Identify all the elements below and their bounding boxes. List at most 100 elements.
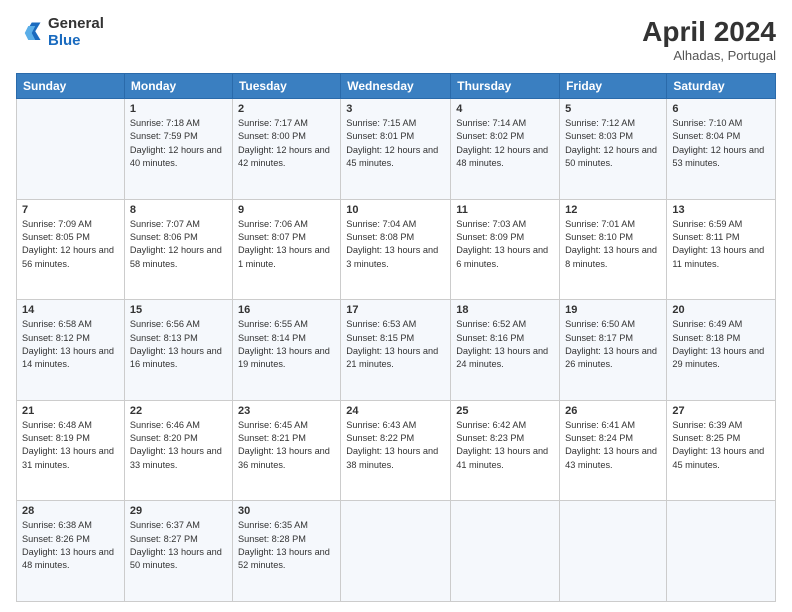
day-number: 7 [22, 204, 119, 216]
day-number: 12 [565, 204, 661, 216]
day-number: 13 [672, 204, 770, 216]
cell-5-7 [667, 501, 776, 602]
day-number: 28 [22, 505, 119, 517]
day-info: Sunrise: 6:50 AMSunset: 8:17 PMDaylight:… [565, 318, 661, 371]
col-header-thursday: Thursday [451, 74, 560, 99]
day-number: 3 [346, 103, 445, 115]
cell-4-4: 24 Sunrise: 6:43 AMSunset: 8:22 PMDayligh… [341, 400, 451, 501]
col-header-tuesday: Tuesday [232, 74, 340, 99]
day-info: Sunrise: 6:53 AMSunset: 8:15 PMDaylight:… [346, 318, 445, 371]
day-number: 10 [346, 204, 445, 216]
day-number: 16 [238, 304, 335, 316]
day-number: 24 [346, 405, 445, 417]
cell-3-2: 15 Sunrise: 6:56 AMSunset: 8:13 PMDayligh… [124, 300, 232, 401]
cell-2-4: 10 Sunrise: 7:04 AMSunset: 8:08 PMDayligh… [341, 199, 451, 300]
logo-text: General Blue [48, 16, 104, 49]
day-info: Sunrise: 6:48 AMSunset: 8:19 PMDaylight:… [22, 419, 119, 472]
day-info: Sunrise: 6:42 AMSunset: 8:23 PMDaylight:… [456, 419, 554, 472]
cell-5-3: 30Sunrise: 6:35 AMSunset: 8:28 PMDayligh… [232, 501, 340, 602]
month-title: April 2024 [642, 16, 776, 48]
day-info: Sunrise: 7:18 AMSunset: 7:59 PMDaylight:… [130, 117, 227, 170]
day-number: 4 [456, 103, 554, 115]
week-row-4: 21 Sunrise: 6:48 AMSunset: 8:19 PMDayligh… [17, 400, 776, 501]
day-number: 8 [130, 204, 227, 216]
week-row-1: 1 Sunrise: 7:18 AMSunset: 7:59 PMDaylight… [17, 99, 776, 200]
logo: General Blue [16, 16, 104, 49]
cell-3-1: 14 Sunrise: 6:58 AMSunset: 8:12 PMDayligh… [17, 300, 125, 401]
header-row: SundayMondayTuesdayWednesdayThursdayFrid… [17, 74, 776, 99]
day-number: 25 [456, 405, 554, 417]
day-number: 29 [130, 505, 227, 517]
cell-1-7: 6 Sunrise: 7:10 AMSunset: 8:04 PMDaylight… [667, 99, 776, 200]
cell-2-1: 7 Sunrise: 7:09 AMSunset: 8:05 PMDaylight… [17, 199, 125, 300]
day-number: 11 [456, 204, 554, 216]
cell-5-6 [560, 501, 667, 602]
cell-2-5: 11 Sunrise: 7:03 AMSunset: 8:09 PMDayligh… [451, 199, 560, 300]
cell-4-7: 27Sunrise: 6:39 AMSunset: 8:25 PMDayligh… [667, 400, 776, 501]
day-info: Sunrise: 6:43 AMSunset: 8:22 PMDaylight:… [346, 419, 445, 472]
day-info: Sunrise: 6:52 AMSunset: 8:16 PMDaylight:… [456, 318, 554, 371]
day-number: 6 [672, 103, 770, 115]
day-number: 30 [238, 505, 335, 517]
cell-5-1: 28Sunrise: 6:38 AMSunset: 8:26 PMDayligh… [17, 501, 125, 602]
day-info: Sunrise: 7:12 AMSunset: 8:03 PMDaylight:… [565, 117, 661, 170]
cell-1-3: 2Sunrise: 7:17 AMSunset: 8:00 PMDaylight… [232, 99, 340, 200]
col-header-monday: Monday [124, 74, 232, 99]
day-info: Sunrise: 6:37 AMSunset: 8:27 PMDaylight:… [130, 519, 227, 572]
col-header-saturday: Saturday [667, 74, 776, 99]
day-info: Sunrise: 6:45 AMSunset: 8:21 PMDaylight:… [238, 419, 335, 472]
day-info: Sunrise: 7:06 AMSunset: 8:07 PMDaylight:… [238, 218, 335, 271]
week-row-3: 14 Sunrise: 6:58 AMSunset: 8:12 PMDayligh… [17, 300, 776, 401]
calendar-table: SundayMondayTuesdayWednesdayThursdayFrid… [16, 73, 776, 602]
day-info: Sunrise: 7:07 AMSunset: 8:06 PMDaylight:… [130, 218, 227, 271]
day-number: 5 [565, 103, 661, 115]
day-info: Sunrise: 6:41 AMSunset: 8:24 PMDaylight:… [565, 419, 661, 472]
logo-icon [16, 19, 44, 47]
day-number: 9 [238, 204, 335, 216]
week-row-5: 28Sunrise: 6:38 AMSunset: 8:26 PMDayligh… [17, 501, 776, 602]
day-info: Sunrise: 6:58 AMSunset: 8:12 PMDaylight:… [22, 318, 119, 371]
logo-general-text: General [48, 16, 104, 33]
cell-2-3: 9 Sunrise: 7:06 AMSunset: 8:07 PMDaylight… [232, 199, 340, 300]
day-info: Sunrise: 7:04 AMSunset: 8:08 PMDaylight:… [346, 218, 445, 271]
day-info: Sunrise: 7:03 AMSunset: 8:09 PMDaylight:… [456, 218, 554, 271]
day-info: Sunrise: 6:56 AMSunset: 8:13 PMDaylight:… [130, 318, 227, 371]
cell-4-3: 23 Sunrise: 6:45 AMSunset: 8:21 PMDayligh… [232, 400, 340, 501]
col-header-friday: Friday [560, 74, 667, 99]
day-info: Sunrise: 6:46 AMSunset: 8:20 PMDaylight:… [130, 419, 227, 472]
day-info: Sunrise: 6:55 AMSunset: 8:14 PMDaylight:… [238, 318, 335, 371]
day-info: Sunrise: 7:10 AMSunset: 8:04 PMDaylight:… [672, 117, 770, 170]
day-number: 27 [672, 405, 770, 417]
day-number: 20 [672, 304, 770, 316]
day-number: 1 [130, 103, 227, 115]
cell-1-5: 4 Sunrise: 7:14 AMSunset: 8:02 PMDaylight… [451, 99, 560, 200]
day-number: 17 [346, 304, 445, 316]
day-number: 21 [22, 405, 119, 417]
day-number: 15 [130, 304, 227, 316]
day-info: Sunrise: 7:15 AMSunset: 8:01 PMDaylight:… [346, 117, 445, 170]
day-number: 23 [238, 405, 335, 417]
cell-4-1: 21 Sunrise: 6:48 AMSunset: 8:19 PMDayligh… [17, 400, 125, 501]
cell-1-6: 5 Sunrise: 7:12 AMSunset: 8:03 PMDaylight… [560, 99, 667, 200]
cell-1-2: 1 Sunrise: 7:18 AMSunset: 7:59 PMDaylight… [124, 99, 232, 200]
cell-2-7: 13 Sunrise: 6:59 AMSunset: 8:11 PMDayligh… [667, 199, 776, 300]
day-info: Sunrise: 7:09 AMSunset: 8:05 PMDaylight:… [22, 218, 119, 271]
title-section: April 2024 Alhadas, Portugal [642, 16, 776, 63]
day-number: 18 [456, 304, 554, 316]
cell-3-5: 18 Sunrise: 6:52 AMSunset: 8:16 PMDayligh… [451, 300, 560, 401]
cell-5-4 [341, 501, 451, 602]
day-number: 14 [22, 304, 119, 316]
logo-blue-text: Blue [48, 33, 104, 50]
col-header-wednesday: Wednesday [341, 74, 451, 99]
day-info: Sunrise: 7:14 AMSunset: 8:02 PMDaylight:… [456, 117, 554, 170]
header: General Blue April 2024 Alhadas, Portuga… [16, 16, 776, 63]
cell-3-7: 20 Sunrise: 6:49 AMSunset: 8:18 PMDayligh… [667, 300, 776, 401]
col-header-sunday: Sunday [17, 74, 125, 99]
page: General Blue April 2024 Alhadas, Portuga… [0, 0, 792, 612]
cell-1-1 [17, 99, 125, 200]
day-info: Sunrise: 6:49 AMSunset: 8:18 PMDaylight:… [672, 318, 770, 371]
cell-4-6: 26Sunrise: 6:41 AMSunset: 8:24 PMDayligh… [560, 400, 667, 501]
location: Alhadas, Portugal [642, 48, 776, 63]
day-info: Sunrise: 7:17 AMSunset: 8:00 PMDaylight:… [238, 117, 335, 170]
day-info: Sunrise: 6:59 AMSunset: 8:11 PMDaylight:… [672, 218, 770, 271]
